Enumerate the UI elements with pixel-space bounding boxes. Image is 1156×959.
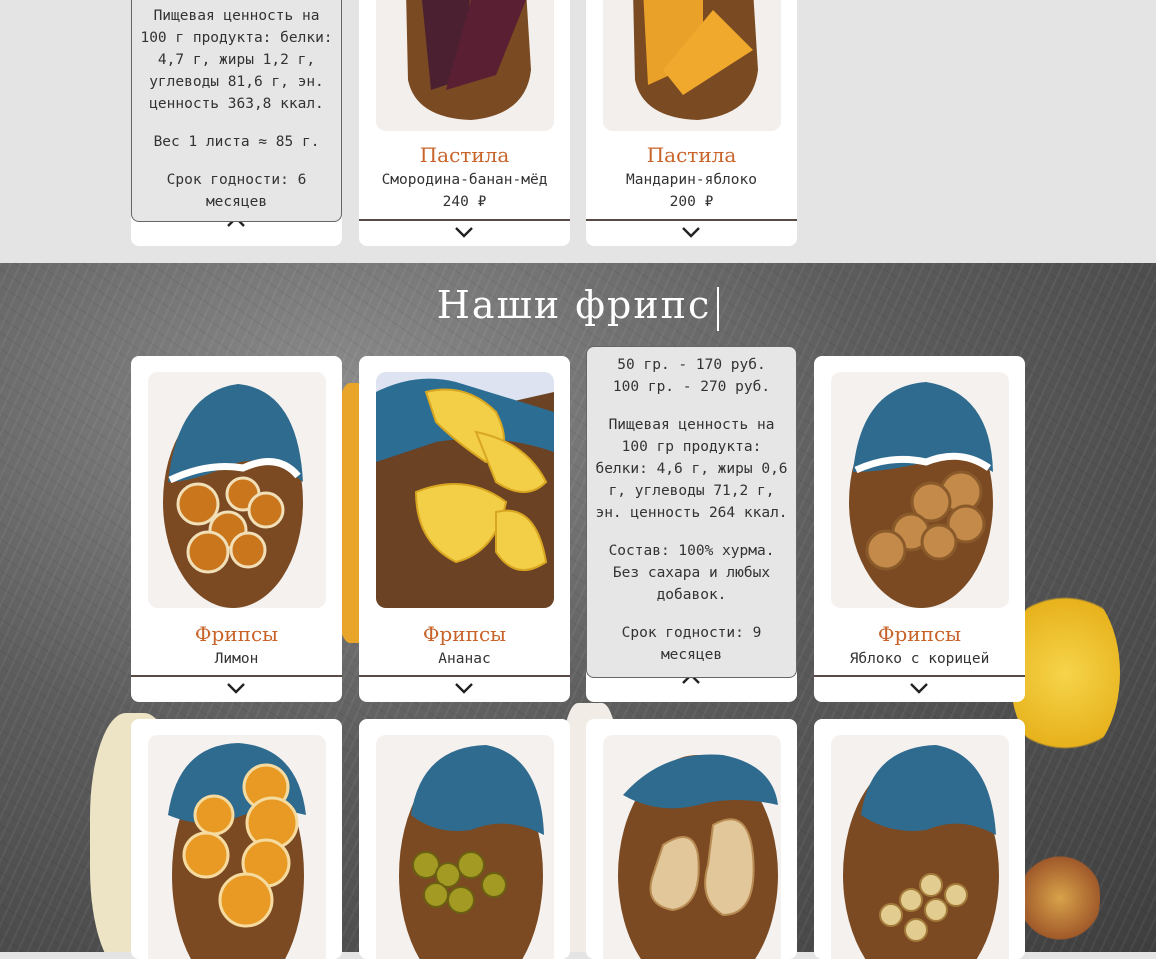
product-card[interactable] [131, 719, 342, 959]
product-price: 200 ₽ [669, 194, 714, 210]
expand-button[interactable] [454, 225, 474, 239]
text-cursor [717, 286, 720, 331]
product-photo-pineapple [376, 372, 554, 608]
expand-button[interactable] [681, 225, 701, 239]
chevron-down-icon [227, 683, 245, 694]
product-photo-pear [603, 735, 781, 959]
product-card[interactable]: Фрипсы Яблоко с корицей [814, 356, 1025, 702]
nutrition-text: Пищевая ценность на 100 гр продукта: бел… [595, 417, 788, 521]
product-photo-orange [148, 735, 326, 959]
product-category: Фрипсы [877, 622, 962, 646]
section-title: Наши фрипс [0, 283, 1156, 331]
expand-button[interactable] [909, 681, 929, 695]
chevron-down-icon [910, 683, 928, 694]
shelf-life-text: Срок годности: 9 месяцев [621, 625, 762, 663]
expand-button[interactable] [454, 681, 474, 695]
shelf-life-text: Срок годности: 6 месяцев [166, 172, 307, 210]
product-name: Мандарин-яблоко [626, 172, 757, 188]
pineapple-decoration [1010, 583, 1120, 763]
chevron-down-icon [455, 227, 473, 238]
product-category: Пастила [646, 143, 737, 167]
product-card[interactable] [359, 719, 570, 959]
product-category: Фрипсы [194, 622, 279, 646]
product-name: Ананас [438, 651, 491, 667]
product-name: Лимон [214, 651, 259, 667]
product-photo-kiwi [376, 735, 554, 959]
product-category: Пастила [419, 143, 510, 167]
product-photo [603, 0, 781, 131]
product-card[interactable]: Пастила Смородина-банан-мёд 240 ₽ [359, 0, 570, 246]
product-name: Яблоко с корицей [849, 651, 990, 667]
divider [814, 675, 1025, 677]
divider [131, 675, 342, 677]
product-card[interactable] [814, 719, 1025, 959]
product-category: Фрипсы [422, 622, 507, 646]
nutrition-info-panel: 50 гр. - 170 руб. 100 гр. - 270 руб. Пищ… [586, 346, 797, 678]
chevron-down-icon [455, 683, 473, 694]
divider [359, 219, 570, 221]
product-photo-apple-cinnamon [831, 372, 1009, 608]
orange-decoration [1020, 843, 1100, 952]
product-photo-lemon [148, 372, 326, 608]
product-photo [376, 0, 554, 131]
weight-text: Вес 1 листа ≈ 85 г. [153, 134, 320, 150]
product-photo-banana [831, 735, 1009, 959]
divider [359, 675, 570, 677]
nutrition-info-panel: Пищевая ценность на 100 г продукта: белк… [131, 0, 342, 222]
product-price: 240 ₽ [442, 194, 487, 210]
expand-button[interactable] [226, 681, 246, 695]
product-card[interactable]: Фрипсы Ананас [359, 356, 570, 702]
product-card[interactable]: Фрипсы Лимон [131, 356, 342, 702]
divider [586, 219, 797, 221]
price-list-text: 50 гр. - 170 руб. 100 гр. - 270 руб. [612, 357, 771, 395]
product-card[interactable]: Пастила Мандарин-яблоко 200 ₽ [586, 0, 797, 246]
nutrition-text: Пищевая ценность на 100 г продукта: белк… [140, 8, 333, 112]
chevron-down-icon [682, 227, 700, 238]
composition-text: Состав: 100% хурма. Без сахара и любых д… [608, 543, 775, 603]
product-card[interactable] [586, 719, 797, 959]
product-name: Смородина-банан-мёд [381, 172, 548, 188]
